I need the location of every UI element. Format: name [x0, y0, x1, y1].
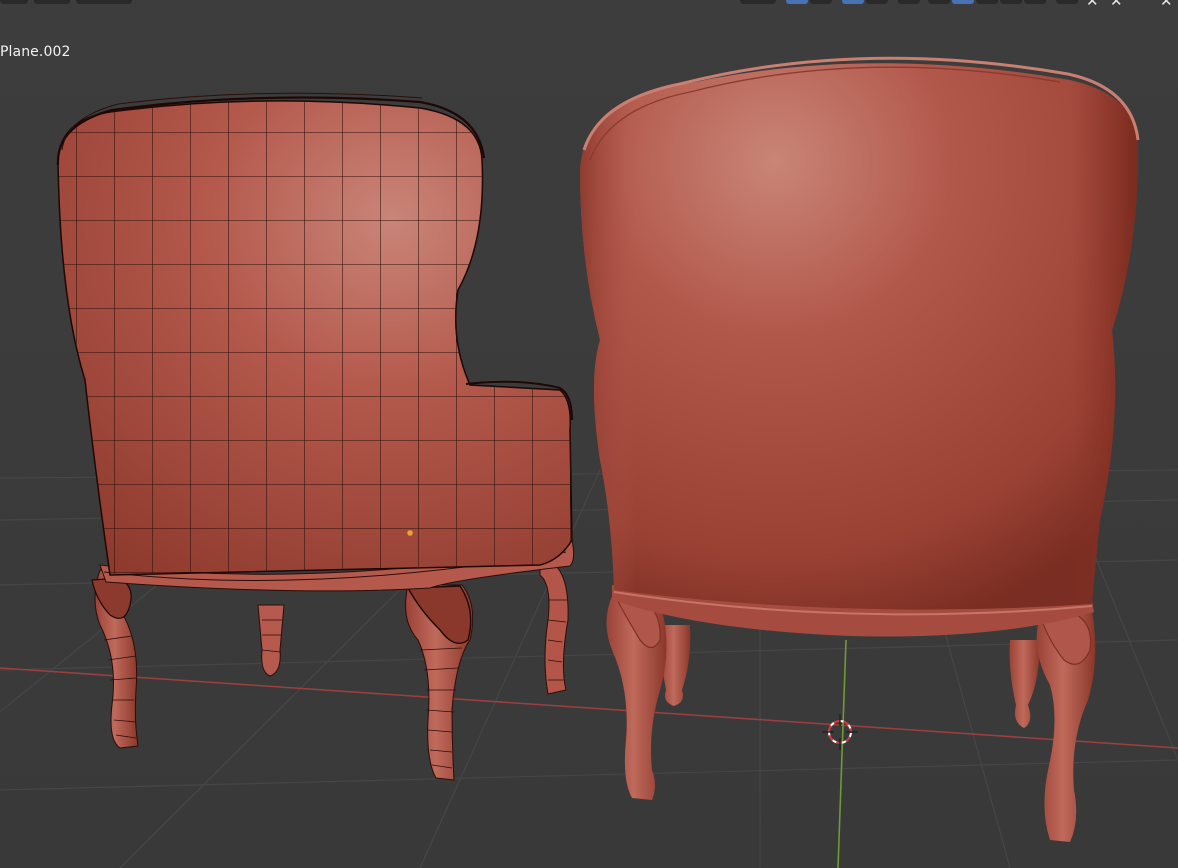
proportional-edit-icon[interactable]	[842, 0, 864, 4]
3d-viewport[interactable]: ✕ ✕ ✕ Plane.002	[0, 0, 1178, 868]
close-icon[interactable]: ✕	[1110, 0, 1123, 10]
shading-material-icon[interactable]	[976, 0, 998, 4]
origin-point[interactable]	[407, 530, 413, 536]
shading-render-icon[interactable]	[1000, 0, 1022, 4]
proportional-edit-icon[interactable]	[866, 0, 888, 4]
shading-wire-icon[interactable]	[928, 0, 950, 4]
overlay-icon[interactable]	[1056, 0, 1078, 4]
shading-render-icon[interactable]	[1024, 0, 1046, 4]
close-icon[interactable]: ✕	[1086, 0, 1099, 10]
shading-solid-icon[interactable]	[952, 0, 974, 4]
active-object-name: Plane.002	[0, 44, 71, 60]
viewport-scene[interactable]	[0, 0, 1178, 868]
overlay-icon[interactable]	[898, 0, 920, 4]
tool-icon[interactable]	[34, 0, 70, 4]
close-icon[interactable]: ✕	[1160, 0, 1173, 10]
snap-icon[interactable]	[786, 0, 808, 4]
snap-icon[interactable]	[810, 0, 832, 4]
tool-icon[interactable]	[76, 0, 132, 4]
tool-icon[interactable]	[0, 0, 28, 4]
snap-icon[interactable]	[740, 0, 776, 4]
